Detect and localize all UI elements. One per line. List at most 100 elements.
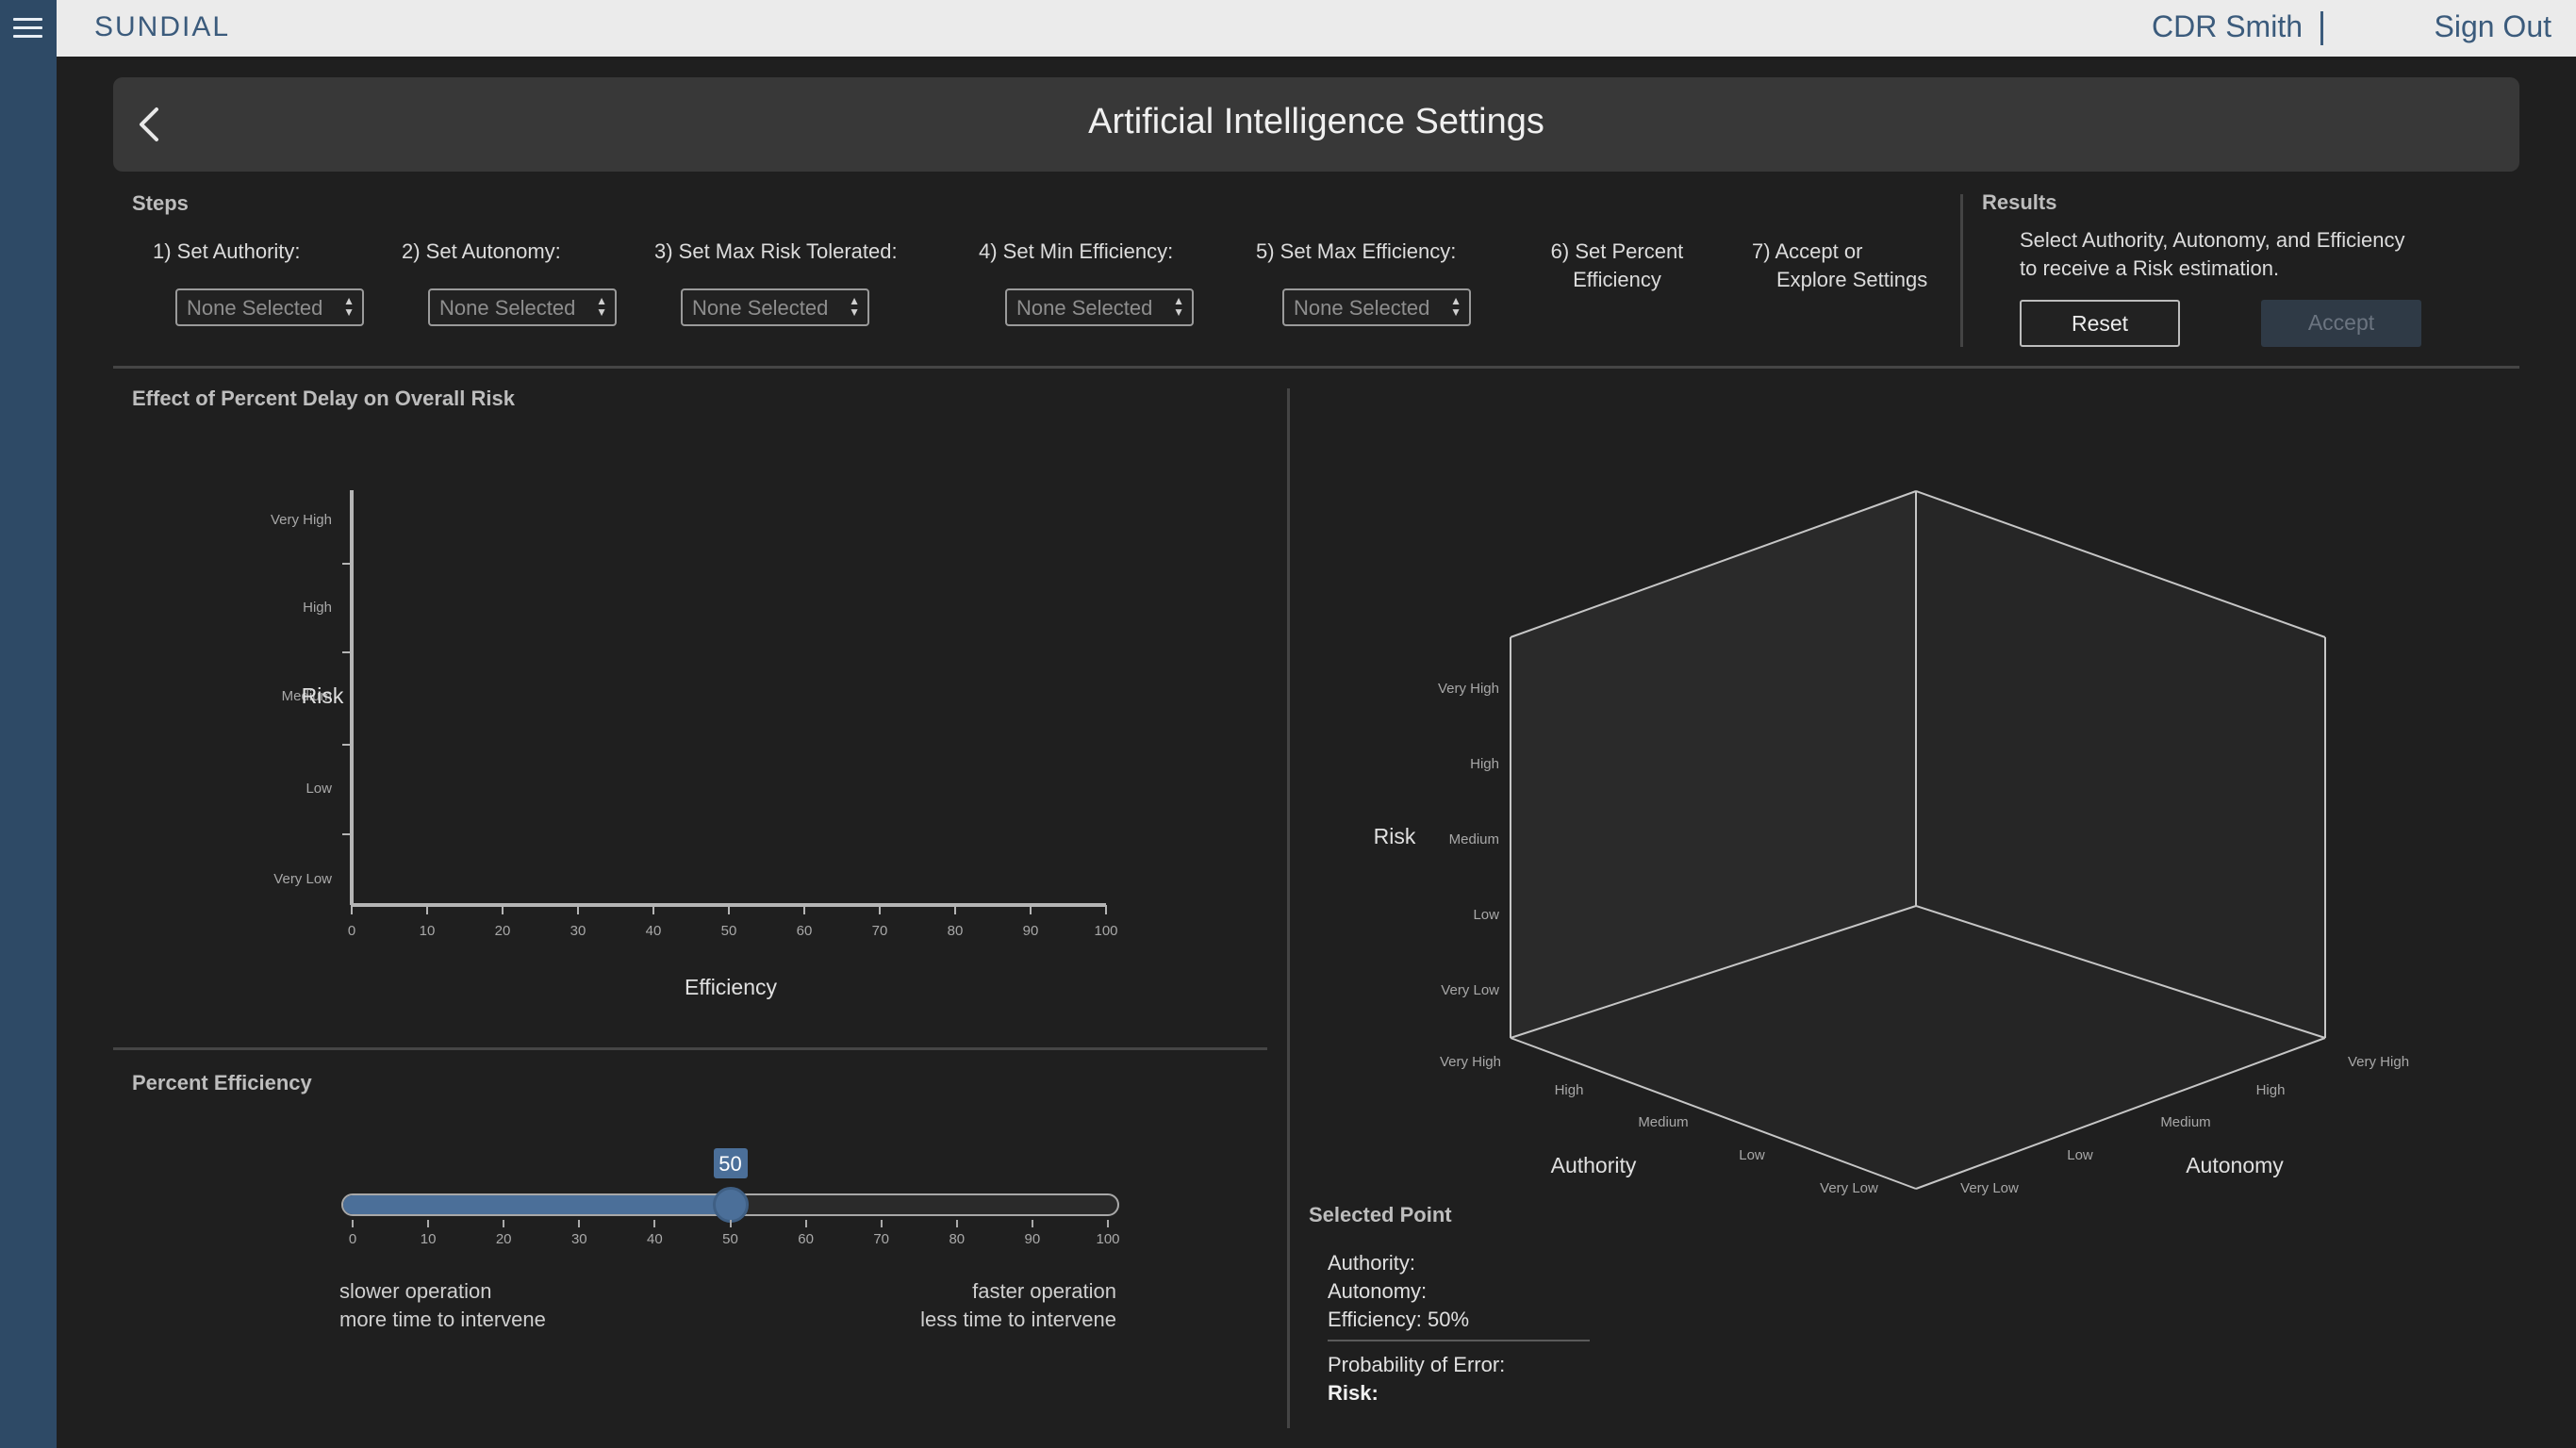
x-tick-label: 20 — [495, 923, 511, 939]
header-divider — [2320, 11, 2323, 45]
slider-tick-label: 40 — [647, 1231, 663, 1247]
slider-tick-label: 0 — [348, 1231, 357, 1247]
slider-tick — [427, 1220, 430, 1227]
select-arrows-icon: ▲ ▼ — [849, 294, 860, 319]
slider-tick — [804, 1220, 807, 1227]
autonomy-select[interactable]: None Selected ▲ ▼ — [428, 288, 617, 326]
y-axis-title: Risk — [302, 683, 344, 708]
slider-tick-label: 50 — [722, 1231, 738, 1247]
steps-label: Steps — [132, 191, 189, 215]
step-autonomy-label: 2) Set Autonomy: — [402, 239, 561, 263]
max-efficiency-select[interactable]: None Selected ▲ ▼ — [1282, 288, 1471, 326]
step-max-efficiency-label: 5) Set Max Efficiency: — [1256, 239, 1457, 263]
selected-authority: Authority: — [1328, 1251, 1415, 1275]
z-tick-label: Medium — [1449, 831, 1499, 847]
x-tick-label: 50 — [721, 923, 737, 939]
x-tick-label: 0 — [348, 923, 355, 939]
select-arrows-icon: ▲ ▼ — [343, 294, 355, 319]
risk-efficiency-chart: 0 10 20 30 40 50 60 70 80 90 100Very LowLowMediumH… — [271, 490, 1118, 999]
x-tick-label: 30 — [570, 923, 586, 939]
fast-operation-text: faster operation less time to intervene — [820, 1277, 1116, 1334]
autonomy-tick-label: Low — [2067, 1147, 2093, 1163]
authority-tick-label: Very Low — [1820, 1180, 1878, 1196]
x-tick-label: 100 — [1094, 923, 1117, 939]
step-percent-efficiency-label: 6) Set Percent Efficiency — [1537, 238, 1697, 294]
slider-tick-label: 70 — [873, 1231, 890, 1247]
slider-tick — [352, 1220, 354, 1227]
fast-line1: faster operation — [972, 1279, 1116, 1303]
top-bar: SUNDIAL CDR Smith Sign Out — [57, 0, 2576, 57]
y-tick-label: Very High — [271, 512, 332, 528]
steps-divider — [1960, 194, 1963, 347]
fast-line2: less time to intervene — [920, 1308, 1116, 1331]
accept-button[interactable]: Accept — [2261, 300, 2421, 347]
slider-thumb[interactable] — [712, 1187, 749, 1223]
slider-tick — [1031, 1220, 1033, 1227]
step-7-line1: 7) Accept or — [1752, 239, 1863, 263]
y-tick-label: Very Low — [273, 871, 332, 887]
slider-tick — [503, 1220, 505, 1227]
autonomy-tick-label: High — [2256, 1082, 2286, 1098]
step-accept-label: 7) Accept or Explore Settings — [1752, 238, 1940, 294]
section-divider — [113, 366, 2519, 369]
slider-tick-label: 30 — [570, 1231, 587, 1247]
step-authority-label: 1) Set Authority: — [153, 239, 301, 263]
x-tick-label: 80 — [948, 923, 964, 939]
x-tick-label: 10 — [420, 923, 436, 939]
slider-value-badge: 50 — [713, 1148, 748, 1178]
autonomy-tick-label: Medium — [2160, 1114, 2210, 1130]
title-bar: Artificial Intelligence Settings — [113, 77, 2519, 172]
slider-tick-label: 90 — [1024, 1231, 1041, 1247]
page-title: Artificial Intelligence Settings — [1088, 102, 1544, 141]
select-arrows-icon: ▲ ▼ — [596, 294, 607, 319]
authority-tick-label: Medium — [1638, 1114, 1688, 1130]
x-tick-label: 70 — [872, 923, 888, 939]
authority-select[interactable]: None Selected ▲ ▼ — [175, 288, 364, 326]
sign-out-link[interactable]: Sign Out — [2434, 9, 2551, 44]
z-axis-title: Risk — [1374, 824, 1416, 848]
slider-tick — [729, 1220, 732, 1227]
menu-icon[interactable] — [13, 18, 42, 39]
sidebar — [0, 0, 57, 1448]
max-risk-select[interactable]: None Selected ▲ ▼ — [681, 288, 869, 326]
slider-tick — [653, 1220, 656, 1227]
x-axis-title: Efficiency — [685, 975, 778, 999]
slow-line2: more time to intervene — [339, 1308, 546, 1331]
step-min-efficiency-label: 4) Set Min Efficiency: — [979, 239, 1174, 263]
authority-tick-label: Low — [1739, 1147, 1765, 1163]
z-tick-label: Very High — [1438, 681, 1499, 697]
slider-tick — [880, 1220, 883, 1227]
min-efficiency-select[interactable]: None Selected ▲ ▼ — [1005, 288, 1194, 326]
authority-tick-label: Very High — [1440, 1054, 1501, 1070]
select-arrows-icon: ▲ ▼ — [1173, 294, 1184, 319]
panel-divider — [1287, 388, 1290, 1428]
x-tick-label: 40 — [646, 923, 662, 939]
slider-tick — [1107, 1220, 1109, 1227]
step-max-risk-label: 3) Set Max Risk Tolerated: — [654, 239, 898, 263]
step-6-line1: 6) Set Percent — [1550, 239, 1684, 263]
autonomy-tick-label: Very High — [2348, 1054, 2409, 1070]
risk-3d-chart: Very Low Low Medium High Very High Risk Very H… — [1374, 490, 2409, 1196]
slow-line1: slower operation — [339, 1279, 492, 1303]
z-tick-label: High — [1470, 756, 1499, 772]
selected-point-details: Authority: Autonomy: Efficiency: 50% Pro… — [1328, 1249, 1590, 1407]
y-tick-label: Low — [305, 781, 332, 797]
results-line1: Select Authority, Autonomy, and Efficien… — [2020, 228, 2405, 252]
autonomy-tick-label: Very Low — [1960, 1180, 2019, 1196]
selected-point-separator — [1328, 1340, 1590, 1341]
slider-tick-label: 10 — [420, 1231, 437, 1247]
authority-tick-label: High — [1555, 1082, 1584, 1098]
reset-button[interactable]: Reset — [2020, 300, 2180, 347]
authority-axis-title: Authority — [1551, 1153, 1637, 1177]
slow-operation-text: slower operation more time to intervene — [339, 1277, 546, 1334]
section-divider — [113, 1047, 1267, 1050]
selected-point-title: Selected Point — [1309, 1203, 1452, 1226]
slider-tick — [955, 1220, 958, 1227]
step-6-line2: Efficiency — [1573, 268, 1661, 291]
step-7-line2: Explore Settings — [1776, 268, 1928, 291]
slider-tick — [578, 1220, 581, 1227]
slider-tick-label: 60 — [798, 1231, 814, 1247]
z-tick-label: Low — [1473, 907, 1499, 923]
brand-logo[interactable]: SUNDIAL — [94, 11, 230, 43]
probability-of-error: Probability of Error: — [1328, 1353, 1506, 1376]
